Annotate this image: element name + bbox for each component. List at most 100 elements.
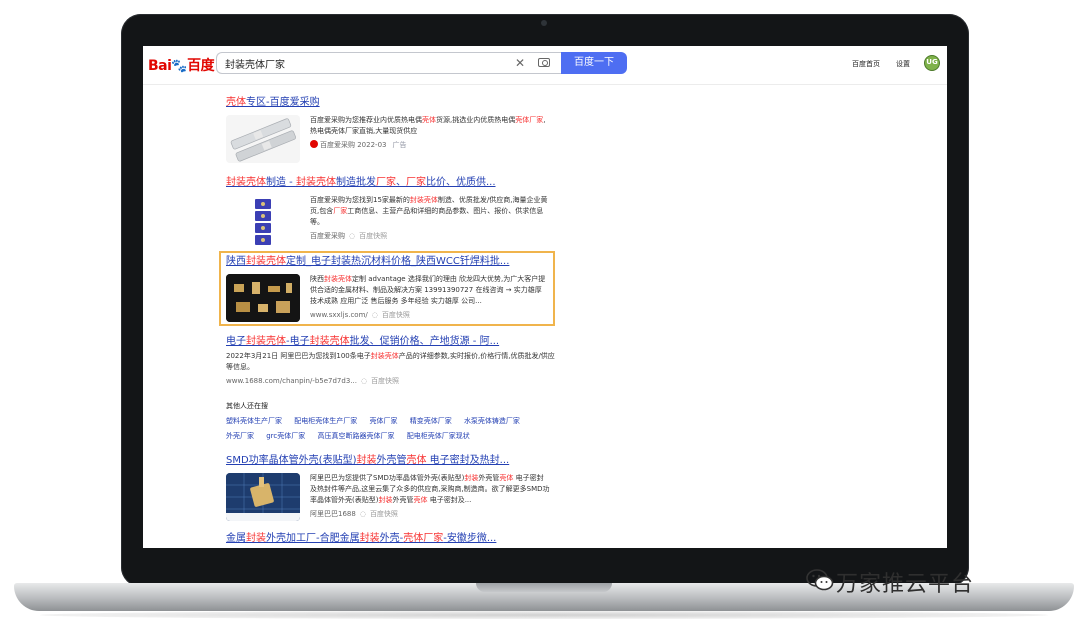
clear-icon[interactable]: ✕ [515, 56, 525, 70]
result-title[interactable]: 壳体专区-百度爱采购 [226, 96, 556, 109]
highlight-text: 封装壳体 [246, 256, 286, 267]
result-snippet: 陕西封装壳体定制 advantage 选择我们的理由 欣龙四大优势,为广大客户提… [310, 274, 550, 307]
highlight-text: 封装壳体 [324, 275, 352, 283]
result-snippet: 百度爱采购为您找到15家最新的封装壳体制造、优质批发/供应商,海量企业黄页,包含… [310, 195, 550, 228]
snapshot-icon: ◌ [371, 311, 378, 319]
text-segment: 电子 [226, 336, 246, 347]
snapshot-icon: ◌ [360, 377, 368, 385]
result-snippet: 2022年3月21日 阿里巴巴为您找到100条电子封装壳体产品的详细参数,实时报… [226, 351, 556, 373]
result-title[interactable]: SMD功率晶体管外壳(表贴型)封装外壳管壳体 电子密封及热封... [226, 454, 556, 467]
related-searches-row: 塑料壳体生产厂家 配电柜壳体生产厂家 壳体厂家 精变壳体厂家 水泵壳体铸造厂家 [226, 416, 530, 426]
search-header: Bai🐾百度 ✕ 百度一下 百度首页 设置 UG [143, 46, 947, 85]
related-link[interactable]: 壳体厂家 [369, 417, 397, 425]
highlight-text: 封装 [356, 455, 377, 466]
related-link[interactable]: 配电柜壳体生产厂家 [294, 417, 357, 425]
avatar[interactable]: UG [924, 55, 940, 71]
logo-text-baidu: 百度 [187, 58, 215, 74]
paw-icon: 🐾 [171, 59, 188, 74]
text-segment: 百度爱采购为您找到15家最新的 [310, 196, 410, 204]
wechat-icon [806, 569, 834, 591]
highlight-text: 封装壳体 [409, 196, 438, 204]
result-item: SMD功率晶体管外壳(表贴型)封装外壳管壳体 电子密封及热封... 阿里巴巴为您… [226, 454, 556, 521]
highlight-text: 壳体 [515, 116, 530, 124]
result-item: 电子封装壳体-电子封装壳体批发、促销价格、产地货源 - 阿... 2022年3月… [226, 335, 556, 386]
snapshot-link[interactable]: 百度快照 [371, 377, 399, 385]
aicaigou-icon [310, 140, 318, 148]
highlight-text: 壳体 [413, 496, 428, 504]
highlight-text: 厂家 [529, 116, 544, 124]
result-thumbnail[interactable] [226, 115, 300, 163]
result-snippet: 百度爱采购为您推荐业内优质热电偶壳体货源,挑选业内优质热电偶壳体厂家,热电偶壳体… [310, 115, 550, 137]
result-title[interactable]: 金属封装外壳加工厂-合肥金属封装外壳-壳体厂家-安徽步微... [226, 532, 556, 545]
result-source: 阿里巴巴1688 ◌ 百度快照 [310, 509, 556, 519]
laptop-notch [476, 583, 612, 592]
text-segment: 专区-百度爱采购 [246, 97, 320, 108]
text-segment: 定制_电子封装热沉材料价格_陕西WCC钎焊料批... [286, 256, 510, 267]
text-segment: 陕西 [226, 256, 246, 267]
text-segment: 外壳管 [392, 496, 414, 504]
snapshot-icon: ◌ [349, 232, 356, 240]
search-input[interactable] [225, 53, 495, 73]
baidu-logo[interactable]: Bai🐾百度 [148, 55, 215, 75]
highlight-text: 封装 [464, 474, 479, 482]
source-text: 百度爱采购 [310, 232, 345, 240]
text-segment: 制造 - [266, 177, 296, 188]
text-segment: 外壳- [379, 533, 404, 544]
text-segment: -电子 [286, 336, 310, 347]
highlight-text: 厂家 [423, 533, 444, 544]
result-thumbnail[interactable] [226, 274, 300, 322]
text-segment: 、 [395, 177, 406, 188]
result-title[interactable]: 陕西封装壳体定制_电子封装热沉材料价格_陕西WCC钎焊料批... [226, 255, 556, 268]
highlight-text: 厂家 [333, 207, 348, 215]
related-link[interactable]: 水泵壳体铸造厂家 [464, 417, 520, 425]
text-segment: 阿里巴巴为您提供了SMD功率晶体管外壳(表贴型) [310, 474, 465, 482]
browser-screen: Bai🐾百度 ✕ 百度一下 百度首页 设置 UG 壳体专区-百度爱采购 [143, 46, 947, 548]
text-segment: 批发、促销价格、产地货源 - 阿... [349, 336, 500, 347]
highlight-text: 封装壳体 [295, 177, 336, 188]
result-thumbnail[interactable] [237, 195, 289, 247]
highlight-text: 封装壳体 [246, 336, 286, 347]
snapshot-link[interactable]: 百度快照 [382, 311, 410, 319]
nav-home-link[interactable]: 百度首页 [852, 59, 880, 69]
text-segment: -安徽步微... [443, 533, 497, 544]
result-snippet: 阿里巴巴为您提供了SMD功率晶体管外壳(表贴型)封装外壳管壳体 电子密封及热封件… [310, 473, 550, 506]
result-thumbnail[interactable] [226, 473, 300, 521]
related-link[interactable]: 外壳厂家 [226, 432, 254, 440]
highlight-text: 壳体 [226, 97, 246, 108]
ad-badge[interactable]: 广告 [392, 141, 406, 149]
text-segment: 金属 [226, 533, 246, 544]
related-link[interactable]: 配电柜壳体厂家现状 [407, 432, 470, 440]
text-segment: 2022年3月21日 阿里巴巴为您找到100条电子 [226, 352, 371, 360]
search-button[interactable]: 百度一下 [561, 52, 627, 74]
highlight-text: 壳体 [406, 455, 427, 466]
camera-icon[interactable] [538, 58, 550, 67]
snapshot-icon: ◌ [359, 510, 366, 518]
text-segment: 电子密封及热封... [426, 455, 510, 466]
text-segment: 电子密封及... [427, 496, 472, 504]
related-link[interactable]: grc壳体厂家 [266, 432, 305, 440]
result-title[interactable]: 电子封装壳体-电子封装壳体批发、促销价格、产地货源 - 阿... [226, 335, 556, 348]
text-segment: 陕西 [310, 275, 324, 283]
text-segment: 制造批发 [335, 177, 376, 188]
result-item: 封装壳体制造 - 封装壳体制造批发厂家、厂家比价、优质供... 百度爱采购为您找… [226, 176, 556, 247]
highlight-text: 封装壳体 [226, 177, 266, 188]
result-source: www.1688.com/chanpin/-b5e7d7d3... ◌ 百度快照 [226, 376, 556, 386]
related-searches-title: 其他人还在搜 [226, 402, 268, 410]
result-item: 陕西封装壳体定制_电子封装热沉材料价格_陕西WCC钎焊料批... 陕西封装壳体定… [226, 255, 556, 322]
snapshot-link[interactable]: 百度快照 [359, 232, 387, 240]
search-box[interactable]: ✕ [216, 52, 561, 74]
result-source: 百度爱采购 ◌ 百度快照 [310, 231, 556, 241]
related-link[interactable]: 高压真空断路器壳体厂家 [318, 432, 395, 440]
related-link[interactable]: 精变壳体厂家 [410, 417, 452, 425]
text-segment: 比价、优质供... [425, 177, 496, 188]
watermark-text: 万家推云平台 [836, 572, 975, 597]
result-title[interactable]: 封装壳体制造 - 封装壳体制造批发厂家、厂家比价、优质供... [226, 176, 556, 189]
snapshot-link[interactable]: 百度快照 [370, 510, 398, 518]
text-segment: 百度爱采购为您推荐业内优质热电偶 [310, 116, 422, 124]
nav-settings-link[interactable]: 设置 [896, 59, 910, 69]
highlight-text: 厂家 [405, 177, 426, 188]
related-link[interactable]: 塑料壳体生产厂家 [226, 417, 282, 425]
highlight-text: 封装壳体 [370, 352, 399, 360]
result-item: 壳体专区-百度爱采购 百度爱采购为您推荐业内优质热电偶壳体货源,挑选业内优质热电… [226, 96, 556, 163]
source-text: 百度爱采购 2022-03 [320, 141, 387, 149]
